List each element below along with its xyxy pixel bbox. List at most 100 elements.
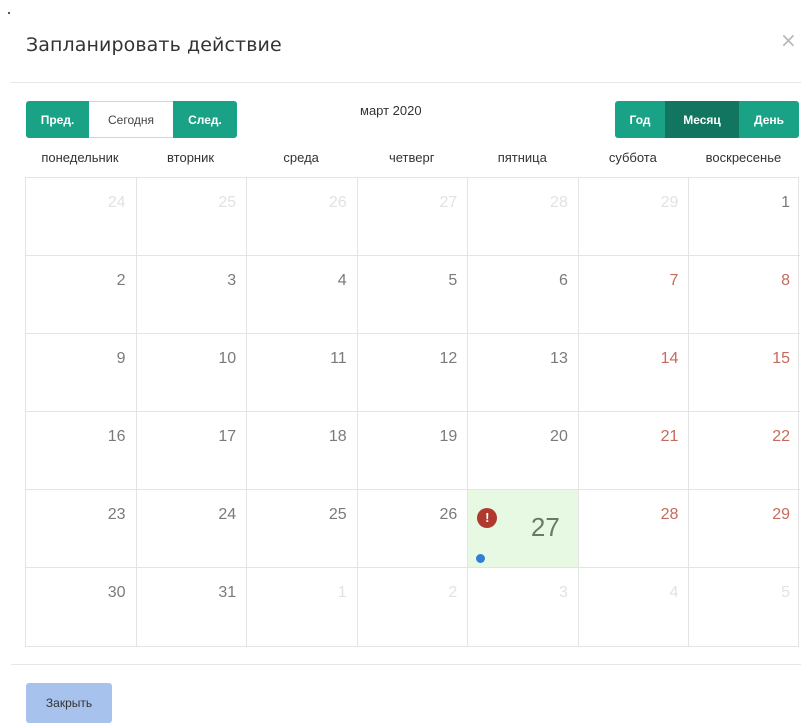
day-number: 7 [669,272,679,289]
day-number: 25 [328,506,347,523]
day-number: 27 [439,194,458,211]
day-number: 6 [558,272,568,289]
day-number: 18 [328,428,347,445]
day-number: 14 [660,350,679,367]
day-cell[interactable]: 20 [468,412,579,490]
day-cell[interactable]: 22 [689,412,800,490]
view-day-button[interactable]: День [739,101,799,138]
day-number: 28 [660,506,679,523]
event-dot-icon[interactable] [476,554,486,563]
day-number: 10 [218,350,237,367]
day-cell[interactable]: 23 [26,490,137,568]
next-button[interactable]: След. [173,101,237,138]
view-button-group: Год Месяц День [615,101,799,138]
day-cell[interactable]: 16 [26,412,137,490]
day-number: 3 [227,272,237,289]
day-cell[interactable]: 26 [357,490,469,568]
day-number: 25 [218,194,237,211]
day-cell[interactable]: 8 [689,256,800,334]
prev-button[interactable]: Пред. [26,101,89,138]
day-cell[interactable]: 15 [689,334,800,412]
day-number: 3 [558,584,568,601]
day-cell[interactable]: 5 [689,568,800,646]
day-cell[interactable]: 19 [357,412,469,490]
day-number: 30 [107,584,126,601]
day-cell[interactable]: 2 [26,256,137,334]
today-button[interactable]: Сегодня [89,101,173,138]
day-cell[interactable]: 3 [136,256,248,334]
day-cell[interactable]: 28 [468,178,579,256]
weekday-label: воскресенье [705,150,782,165]
day-number: 19 [439,428,458,445]
day-cell[interactable]: 29 [578,178,690,256]
day-number: 4 [337,272,347,289]
day-cell[interactable]: 12 [357,334,469,412]
day-number: 9 [116,350,126,367]
day-cell[interactable]: 17 [136,412,248,490]
day-number: 5 [781,584,790,601]
day-cell[interactable]: 24 [136,490,248,568]
day-number: 29 [660,194,679,211]
day-cell[interactable]: 21 [578,412,690,490]
weekday-label: суббота [608,150,657,165]
day-number: 5 [448,272,458,289]
day-cell[interactable]: 26 [247,178,358,256]
day-cell[interactable]: 10 [136,334,248,412]
day-cell[interactable]: 3 [468,568,579,646]
header-divider [11,82,801,83]
weekday-label: четверг [388,150,435,165]
day-number: 13 [550,350,568,367]
day-number: 2 [116,272,126,289]
close-icon[interactable]: × [780,30,797,50]
day-number: 23 [107,506,126,523]
day-number: 4 [669,584,679,601]
day-cell[interactable]: 4 [247,256,358,334]
day-number: 12 [439,350,458,367]
day-number: 1 [337,584,347,601]
day-cell[interactable]: 6 [468,256,579,334]
day-cell[interactable]: 30 [26,568,137,646]
day-number: 29 [772,506,790,523]
close-button[interactable]: Закрыть [26,683,112,723]
day-number: 11 [330,350,347,367]
day-cell[interactable]: 2 [358,568,469,646]
day-cell[interactable]: 7 [578,256,690,334]
weekday-label: среда [283,150,319,165]
day-cell[interactable]: 1 [689,178,800,256]
day-cell[interactable]: 13 [468,334,579,412]
month-title: март 2020 [360,103,422,118]
day-cell[interactable]: 29 [689,490,800,568]
day-cell[interactable]: 9 [26,334,137,412]
day-cell[interactable]: 25 [247,490,358,568]
day-cell[interactable]: 14 [578,334,690,412]
day-number: 1 [781,194,790,211]
day-cell[interactable]: 1 [247,568,358,646]
day-number: 8 [781,272,790,289]
footer-divider [11,664,801,665]
modal-title: Запланировать действие [26,34,282,56]
day-number: 31 [218,584,237,601]
day-cell-today[interactable]: 27! [468,490,579,568]
day-number: 27 [530,512,560,542]
day-cell[interactable]: 18 [247,412,358,490]
day-cell[interactable]: 25 [136,178,248,256]
day-cell[interactable]: 28 [578,490,690,568]
day-cell[interactable]: 5 [357,256,469,334]
day-number: 20 [550,428,568,445]
day-number: 21 [660,428,679,445]
nav-button-group: Пред. Сегодня След. [26,101,237,138]
day-number: 26 [328,194,347,211]
day-number: 24 [218,506,237,523]
day-cell[interactable]: 11 [247,334,358,412]
view-year-button[interactable]: Год [615,101,665,138]
view-month-button[interactable]: Месяц [665,101,739,138]
day-cell[interactable]: 24 [26,178,137,256]
event-alert-icon[interactable]: ! [477,508,498,528]
day-number: 28 [550,194,568,211]
day-cell[interactable]: 4 [579,568,690,646]
weekday-label: вторник [167,150,215,165]
corner-dot [8,12,10,14]
day-cell[interactable]: 27 [357,178,469,256]
calendar-grid: 24 25 26 27 28 29 1 2 3 4 5 6 7 8 9 10 11 12 13 14 15 16 17 18 1… [25,177,800,647]
day-cell[interactable]: 31 [137,568,248,646]
